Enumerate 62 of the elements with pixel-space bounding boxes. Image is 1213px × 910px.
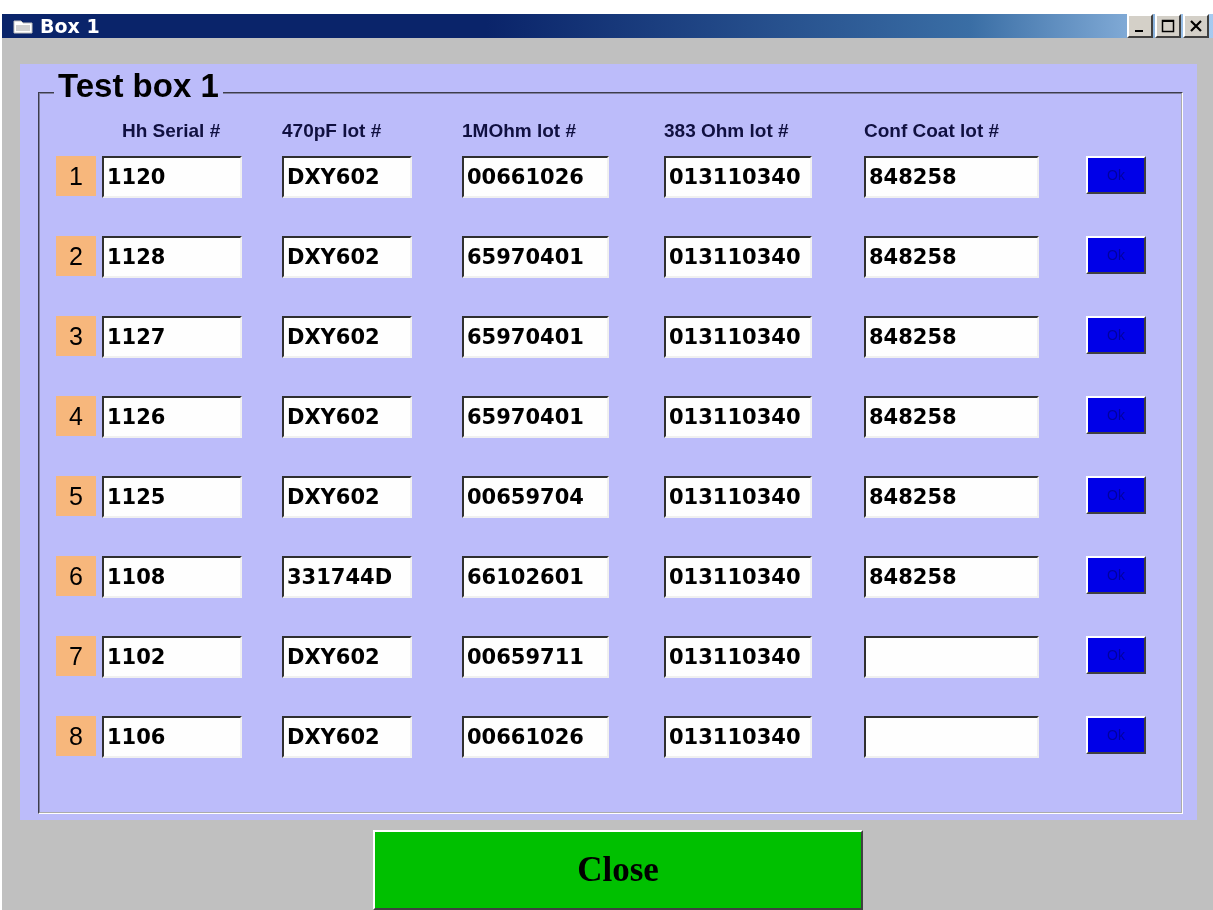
input-field[interactable]: 66102601 (462, 556, 609, 598)
column-header: 470pF lot # (282, 120, 382, 142)
input-field[interactable]: 013110340 (664, 396, 812, 438)
maximize-icon (1161, 19, 1175, 33)
row-number: 7 (56, 636, 96, 676)
input-field[interactable]: 013110340 (664, 316, 812, 358)
input-field[interactable]: 013110340 (664, 156, 812, 198)
input-field[interactable]: 1125 (102, 476, 242, 518)
input-field[interactable]: 1108 (102, 556, 242, 598)
input-field[interactable]: DXY602 (282, 316, 412, 358)
input-field[interactable]: 013110340 (664, 556, 812, 598)
input-field[interactable]: 1106 (102, 716, 242, 758)
input-field[interactable]: 013110340 (664, 236, 812, 278)
input-field[interactable]: 848258 (864, 236, 1039, 278)
input-field[interactable]: DXY602 (282, 156, 412, 198)
minimize-button[interactable] (1127, 14, 1153, 38)
input-field[interactable]: 65970401 (462, 396, 609, 438)
input-field[interactable]: 331744D (282, 556, 412, 598)
input-field[interactable]: 013110340 (664, 636, 812, 678)
input-field[interactable]: DXY602 (282, 236, 412, 278)
input-field[interactable]: DXY602 (282, 636, 412, 678)
input-field[interactable]: 1102 (102, 636, 242, 678)
input-field[interactable]: 00659704 (462, 476, 609, 518)
input-field[interactable]: 1120 (102, 156, 242, 198)
column-header: 1MOhm lot # (462, 120, 576, 142)
maximize-button[interactable] (1155, 14, 1181, 38)
input-field[interactable]: 013110340 (664, 716, 812, 758)
input-field[interactable] (864, 636, 1039, 678)
input-field[interactable]: 848258 (864, 316, 1039, 358)
row-number: 4 (56, 396, 96, 436)
input-field[interactable]: 848258 (864, 556, 1039, 598)
input-field[interactable]: 00661026 (462, 156, 609, 198)
row-number: 3 (56, 316, 96, 356)
input-field[interactable]: 65970401 (462, 236, 609, 278)
input-field[interactable] (864, 716, 1039, 758)
row-number: 1 (56, 156, 96, 196)
row-number: 5 (56, 476, 96, 516)
window-title: Box 1 (40, 15, 101, 37)
input-field[interactable]: 1126 (102, 396, 242, 438)
input-field[interactable]: 848258 (864, 476, 1039, 518)
row-number: 6 (56, 556, 96, 596)
window-close-button[interactable] (1183, 14, 1209, 38)
input-field[interactable]: 848258 (864, 396, 1039, 438)
window-icon (12, 17, 34, 35)
minimize-icon (1134, 30, 1143, 32)
column-header: 383 Ohm lot # (664, 120, 789, 142)
row-number: 8 (56, 716, 96, 756)
row-number: 2 (56, 236, 96, 276)
input-field[interactable]: 1128 (102, 236, 242, 278)
input-field[interactable]: 848258 (864, 156, 1039, 198)
input-field[interactable]: DXY602 (282, 716, 412, 758)
input-field[interactable]: 65970401 (462, 316, 609, 358)
input-field[interactable]: DXY602 (282, 476, 412, 518)
close-button[interactable]: Close (373, 830, 863, 910)
close-icon (1189, 19, 1203, 33)
column-header: Hh Serial # (122, 120, 221, 142)
input-field[interactable]: DXY602 (282, 396, 412, 438)
input-field[interactable]: 00659711 (462, 636, 609, 678)
input-field[interactable]: 1127 (102, 316, 242, 358)
input-field[interactable]: 00661026 (462, 716, 609, 758)
input-field[interactable]: 013110340 (664, 476, 812, 518)
column-header: Conf Coat lot # (864, 120, 1000, 142)
